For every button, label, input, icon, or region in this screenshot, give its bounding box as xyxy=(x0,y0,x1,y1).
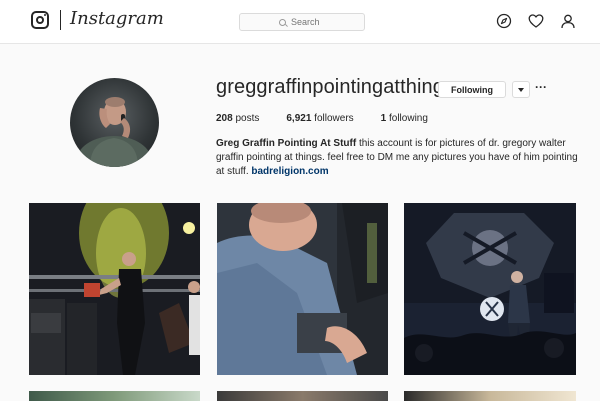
post-thumbnail[interactable] xyxy=(29,203,200,375)
heart-icon[interactable] xyxy=(528,13,544,29)
profile-avatar[interactable] xyxy=(70,78,159,167)
more-options-button[interactable]: ··· xyxy=(535,80,547,98)
post-thumbnail[interactable] xyxy=(217,391,388,401)
bio-display-name: Greg Graffin Pointing At Stuff xyxy=(216,138,357,149)
post-thumbnail[interactable] xyxy=(404,203,576,375)
profile-stats: 208 posts 6,921 followers 1 following xyxy=(216,113,455,124)
search-box[interactable] xyxy=(239,13,365,31)
instagram-wordmark[interactable]: Instagram xyxy=(70,8,164,29)
post-thumbnail[interactable] xyxy=(29,391,200,401)
post-thumbnail[interactable] xyxy=(217,203,388,375)
logo-divider xyxy=(60,10,61,30)
bio-website-link[interactable]: badreligion.com xyxy=(251,166,328,177)
profile-username: greggraffinpointingatthings xyxy=(216,76,455,98)
posts-count: 208 posts xyxy=(216,113,260,124)
top-navigation-bar: Instagram xyxy=(0,0,600,44)
profile-icon[interactable] xyxy=(560,13,576,29)
search-icon xyxy=(279,18,286,26)
profile-bio: Greg Graffin Pointing At Stuff this acco… xyxy=(216,137,586,179)
instagram-camera-icon[interactable] xyxy=(31,11,49,29)
followers-count[interactable]: 6,921 followers xyxy=(286,113,353,124)
search-input[interactable] xyxy=(291,17,325,27)
post-thumbnail[interactable] xyxy=(404,391,576,401)
follow-options-dropdown[interactable] xyxy=(512,81,530,98)
following-button[interactable]: Following xyxy=(438,81,506,98)
chevron-down-icon xyxy=(518,87,524,92)
following-count[interactable]: 1 following xyxy=(381,113,428,124)
compass-icon[interactable] xyxy=(496,13,512,29)
